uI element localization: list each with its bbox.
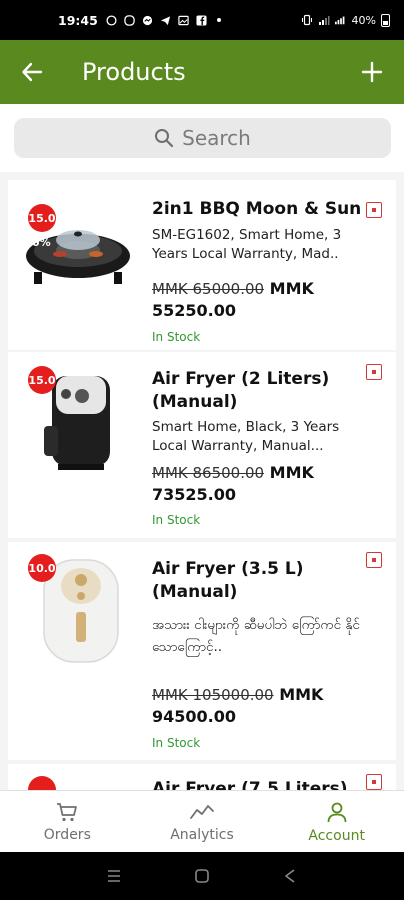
whatsapp-icon <box>106 14 118 26</box>
stock-status: In Stock <box>152 736 201 750</box>
old-price: MMK 86500.00 <box>152 464 265 482</box>
image-overlay-label: 0% <box>32 236 51 249</box>
viber-icon <box>124 14 136 26</box>
stock-status: In Stock <box>152 330 201 344</box>
vibrate-icon <box>301 14 313 26</box>
wishlist-button[interactable] <box>366 774 382 790</box>
old-price: MMK 105000.00 <box>152 686 274 704</box>
discount-badge: 15.0 <box>28 204 56 232</box>
product-description: အသားး ငါးများကို ဆီမပါဘဲ ကြော်ကင် နိုင်သ… <box>152 617 360 655</box>
product-list[interactable]: 15.0 0% 2in1 BBQ Moon & Sun SM-EG1602, S… <box>0 172 404 790</box>
nav-analytics[interactable]: Analytics <box>135 791 270 852</box>
plus-icon <box>361 61 383 83</box>
search-placeholder: Search <box>182 126 251 150</box>
wishlist-button[interactable] <box>366 202 382 218</box>
back-arrow-icon <box>22 62 43 82</box>
discount-badge <box>28 776 56 790</box>
product-description: Smart Home, Black, 3 Years Local Warrant… <box>152 419 340 454</box>
signal-icon <box>334 14 347 26</box>
back-button[interactable] <box>0 40 64 104</box>
cart-icon <box>57 802 78 821</box>
battery-icon <box>381 13 390 27</box>
product-card[interactable]: 15.0 Air Fryer (2 Liters) (Manual) Smart… <box>8 352 396 538</box>
recent-apps-icon[interactable] <box>106 869 122 883</box>
page-title: Products <box>82 58 186 86</box>
product-name: Air Fryer (2 Liters) (Manual) <box>152 369 330 412</box>
add-product-button[interactable] <box>340 40 404 104</box>
product-description: SM-EG1602, Smart Home, 3 Years Local War… <box>152 227 342 262</box>
status-time: 19:45 <box>58 12 98 28</box>
nav-label: Orders <box>43 826 91 843</box>
product-price: MMK 65000.00 MMK 55250.00 <box>152 278 367 322</box>
discount-badge: 10.0 <box>28 554 56 582</box>
app-bar: Products <box>0 40 404 104</box>
search-icon <box>155 129 174 148</box>
nav-label: Analytics <box>170 826 234 843</box>
home-icon[interactable] <box>194 868 210 884</box>
notification-dot-icon <box>216 18 221 22</box>
nav-label: Account <box>308 827 365 844</box>
system-nav-bar <box>0 852 404 900</box>
bottom-nav: Orders Analytics Account <box>0 790 404 852</box>
search-input[interactable]: Search <box>14 118 391 158</box>
stock-status: In Stock <box>152 513 201 527</box>
wifi-call-icon <box>318 14 330 26</box>
wishlist-button[interactable] <box>366 364 382 380</box>
product-name: Air Fryer (3.5 L) (Manual) <box>152 559 304 602</box>
product-price: MMK 86500.00 MMK 73525.00 <box>152 462 367 506</box>
old-price: MMK 65000.00 <box>152 280 265 298</box>
analytics-icon <box>190 804 214 819</box>
back-nav-icon[interactable] <box>282 868 298 884</box>
messenger-icon <box>142 14 154 26</box>
battery-percent: 40% <box>351 13 376 27</box>
product-name: Air Fryer (7.5 Liters) <box>152 779 348 790</box>
telegram-icon <box>160 14 172 26</box>
nav-orders[interactable]: Orders <box>0 791 135 852</box>
product-price: MMK 105000.00 MMK 94500.00 <box>152 684 367 728</box>
status-bar: 19:45 40% <box>0 0 404 40</box>
nav-account[interactable]: Account <box>269 791 404 852</box>
product-name: 2in1 BBQ Moon & Sun <box>152 199 362 219</box>
product-card[interactable]: Air Fryer (7.5 Liters) <box>8 764 396 790</box>
wishlist-button[interactable] <box>366 552 382 568</box>
account-icon <box>327 802 347 822</box>
product-card[interactable]: 10.0 Air Fryer (3.5 L) (Manual) အသားး ငါ… <box>8 542 396 760</box>
discount-badge: 15.0 <box>28 366 56 394</box>
facebook-icon <box>196 14 208 26</box>
gallery-icon <box>178 14 190 26</box>
product-card[interactable]: 15.0 0% 2in1 BBQ Moon & Sun SM-EG1602, S… <box>8 180 396 350</box>
